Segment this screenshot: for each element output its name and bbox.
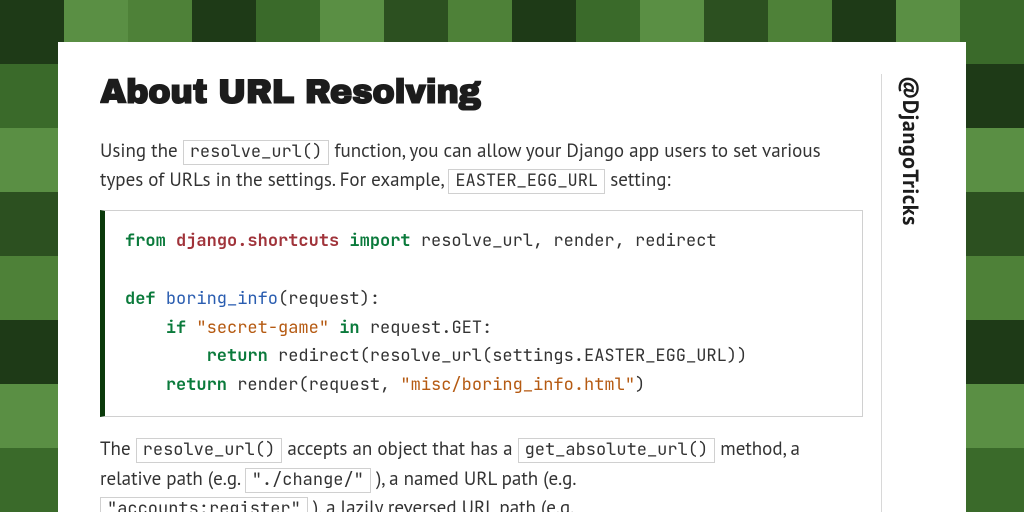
page-title: About URL Resolving <box>100 74 863 111</box>
code-resolve-url-2: resolve_url() <box>136 438 283 463</box>
intro-paragraph: Using the resolve_url() function, you ca… <box>100 137 863 196</box>
code-get-absolute-url: get_absolute_url() <box>518 438 716 463</box>
vertical-divider <box>881 74 882 512</box>
author-handle: @DjangoTricks <box>896 74 924 512</box>
code-accounts-register: "accounts:register" <box>100 497 308 512</box>
article-card: About URL Resolving Using the resolve_ur… <box>58 42 966 512</box>
article-content: About URL Resolving Using the resolve_ur… <box>100 74 881 512</box>
code-resolve-url: resolve_url() <box>183 140 330 165</box>
code-example: from django.shortcuts import resolve_url… <box>100 210 863 417</box>
explain-paragraph: The resolve_url() accepts an object that… <box>100 435 863 512</box>
code-easter-egg-url: EASTER_EGG_URL <box>448 169 605 194</box>
code-change-path: "./change/" <box>245 468 371 493</box>
